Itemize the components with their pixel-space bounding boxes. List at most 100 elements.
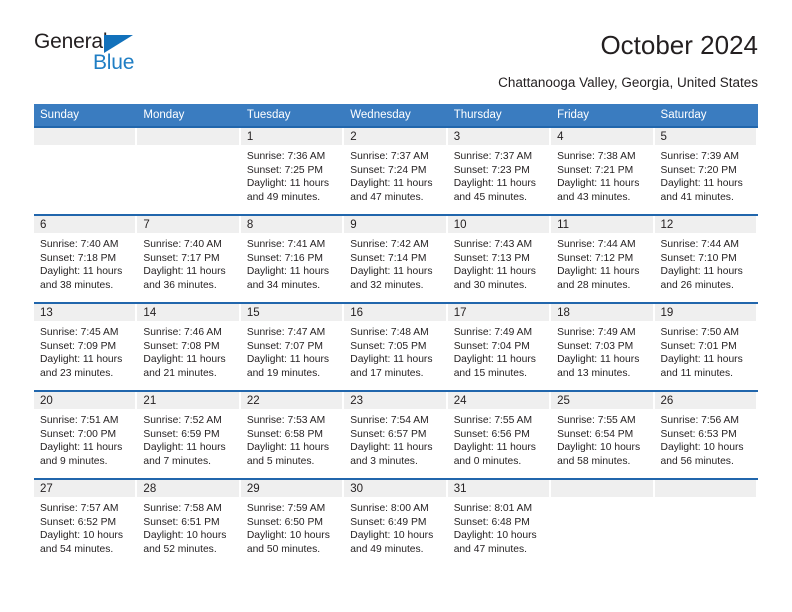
calendar-day-cell[interactable]: 11 Sunrise: 7:44 AM Sunset: 7:12 PM Dayligh…: [551, 214, 655, 303]
calendar-day-cell[interactable]: 9 Sunrise: 7:42 AM Sunset: 7:14 PM Daylight…: [344, 214, 448, 303]
sunrise-text: Sunrise: 7:37 AM: [350, 151, 429, 162]
sunset-text: Sunset: 7:01 PM: [660, 340, 737, 352]
calendar-day-cell[interactable]: 27 Sunrise: 7:57 AM Sunset: 6:52 PM Dayligh…: [34, 478, 138, 566]
calendar-day-cell[interactable]: 18 Sunrise: 7:49 AM Sunset: 7:03 PM Dayligh…: [551, 302, 655, 391]
sunrise-text: Sunrise: 7:41 AM: [246, 239, 326, 250]
calendar-day-cell[interactable]: 15 Sunrise: 7:47 AM Sunset: 7:07 PM Dayligh…: [240, 302, 345, 391]
calendar-week-row: 6 Sunrise: 7:40 AM Sunset: 7:18 PM Daylight…: [34, 214, 758, 303]
calendar-day-cell[interactable]: 17 Sunrise: 7:49 AM Sunset: 7:04 PM Dayligh…: [447, 302, 552, 391]
day-number: 19: [654, 304, 756, 321]
calendar-day-cell[interactable]: 8 Sunrise: 7:41 AM Sunset: 7:16 PM Daylight…: [240, 214, 345, 303]
sunset-text: Sunset: 7:12 PM: [557, 252, 634, 264]
calendar-day-cell[interactable]: 20 Sunrise: 7:51 AM Sunset: 7:00 PM Dayligh…: [34, 390, 138, 479]
sunset-text: Sunset: 7:03 PM: [557, 340, 634, 352]
calendar-day-cell[interactable]: 7 Sunrise: 7:40 AM Sunset: 7:17 PM Daylight…: [137, 214, 241, 303]
day-details: Sunrise: 7:45 AM Sunset: 7:09 PM Daylight:…: [34, 321, 137, 380]
calendar-day-cell[interactable]: 14 Sunrise: 7:46 AM Sunset: 7:08 PM Dayligh…: [137, 302, 241, 391]
day-number: 25: [551, 392, 653, 409]
calendar-day-cell[interactable]: 31 Sunrise: 8:01 AM Sunset: 6:48 PM Dayligh…: [447, 478, 552, 566]
daylight-text-line2: and 52 minutes.: [143, 543, 217, 555]
sunrise-text: Sunrise: 7:38 AM: [557, 151, 636, 162]
calendar-day-cell[interactable]: 3 Sunrise: 7:37 AM Sunset: 7:23 PM Daylight…: [447, 126, 552, 215]
calendar-day-cell[interactable]: 16 Sunrise: 7:48 AM Sunset: 7:05 PM Dayligh…: [344, 302, 448, 391]
calendar-week-row: 27 Sunrise: 7:57 AM Sunset: 6:52 PM Dayligh…: [34, 478, 758, 566]
calendar-day-cell[interactable]: 21 Sunrise: 7:52 AM Sunset: 6:59 PM Dayligh…: [137, 390, 241, 479]
day-number: [551, 480, 653, 497]
day-cell-content: 23 Sunrise: 7:54 AM Sunset: 6:57 PM Dayligh…: [344, 392, 447, 478]
day-number: [34, 128, 136, 145]
calendar-day-cell[interactable]: 12 Sunrise: 7:44 AM Sunset: 7:10 PM Dayligh…: [654, 214, 758, 303]
sunrise-text: Sunrise: 7:44 AM: [557, 239, 636, 250]
day-cell-content: 31 Sunrise: 8:01 AM Sunset: 6:48 PM Dayligh…: [447, 480, 551, 566]
calendar-day-cell[interactable]: 1 Sunrise: 7:36 AM Sunset: 7:25 PM Daylight…: [240, 126, 345, 215]
day-details: Sunrise: 7:42 AM Sunset: 7:14 PM Daylight:…: [344, 233, 447, 292]
day-number: [137, 128, 239, 145]
calendar-day-cell[interactable]: 25 Sunrise: 7:55 AM Sunset: 6:54 PM Dayligh…: [551, 390, 655, 479]
day-details: Sunrise: 7:47 AM Sunset: 7:07 PM Daylight:…: [241, 321, 344, 380]
day-cell-content: 19 Sunrise: 7:50 AM Sunset: 7:01 PM Dayligh…: [654, 304, 758, 390]
daylight-text-line2: and 43 minutes.: [557, 191, 631, 203]
sunrise-text: Sunrise: 7:54 AM: [350, 415, 429, 426]
calendar-day-cell[interactable]: 24 Sunrise: 7:55 AM Sunset: 6:56 PM Dayligh…: [447, 390, 552, 479]
day-details: [34, 145, 137, 150]
day-details: [137, 145, 240, 150]
day-cell-content: 5 Sunrise: 7:39 AM Sunset: 7:20 PM Daylight…: [654, 128, 758, 214]
day-number: 10: [447, 216, 550, 233]
day-number: 21: [137, 392, 239, 409]
day-number: 20: [34, 392, 136, 409]
day-cell-content: 27 Sunrise: 7:57 AM Sunset: 6:52 PM Dayligh…: [34, 480, 137, 566]
calendar-day-cell[interactable]: 4 Sunrise: 7:38 AM Sunset: 7:21 PM Daylight…: [551, 126, 655, 215]
sunset-text: Sunset: 6:59 PM: [143, 428, 220, 440]
sunrise-text: Sunrise: 8:00 AM: [350, 503, 429, 514]
calendar-day-cell[interactable]: 13 Sunrise: 7:45 AM Sunset: 7:09 PM Dayligh…: [34, 302, 138, 391]
daylight-text-line2: and 23 minutes.: [40, 367, 114, 379]
day-details: Sunrise: 7:59 AM Sunset: 6:50 PM Daylight:…: [241, 497, 344, 556]
day-cell-content: 28 Sunrise: 7:58 AM Sunset: 6:51 PM Dayligh…: [137, 480, 240, 566]
daylight-text-line2: and 58 minutes.: [557, 455, 631, 467]
day-details: Sunrise: 7:38 AM Sunset: 7:21 PM Daylight:…: [551, 145, 654, 204]
calendar-day-cell[interactable]: 19 Sunrise: 7:50 AM Sunset: 7:01 PM Dayligh…: [654, 302, 758, 391]
sunset-text: Sunset: 6:52 PM: [40, 516, 117, 528]
sunrise-text: Sunrise: 7:50 AM: [660, 327, 739, 338]
day-cell-content: [34, 128, 137, 214]
sunset-text: Sunset: 7:24 PM: [350, 164, 427, 176]
day-number: 31: [447, 480, 550, 497]
sunset-text: Sunset: 7:04 PM: [453, 340, 530, 352]
calendar-day-cell[interactable]: 5 Sunrise: 7:39 AM Sunset: 7:20 PM Daylight…: [654, 126, 758, 215]
day-number: 16: [344, 304, 446, 321]
calendar-day-cell[interactable]: 6 Sunrise: 7:40 AM Sunset: 7:18 PM Daylight…: [34, 214, 138, 303]
generalblue-logo: General Blue: [34, 30, 234, 82]
sunrise-text: Sunrise: 7:40 AM: [143, 239, 222, 250]
day-cell-content: 25 Sunrise: 7:55 AM Sunset: 6:54 PM Dayligh…: [551, 392, 654, 478]
calendar-day-cell[interactable]: 22 Sunrise: 7:53 AM Sunset: 6:58 PM Dayligh…: [240, 390, 345, 479]
calendar-day-cell[interactable]: 2 Sunrise: 7:37 AM Sunset: 7:24 PM Daylight…: [344, 126, 448, 215]
sunset-text: Sunset: 7:07 PM: [246, 340, 323, 352]
day-details: Sunrise: 7:51 AM Sunset: 7:00 PM Daylight:…: [34, 409, 137, 468]
daylight-text-line1: Daylight: 10 hours: [40, 530, 123, 542]
daylight-text-line2: and 41 minutes.: [660, 191, 734, 203]
day-cell-content: 7 Sunrise: 7:40 AM Sunset: 7:17 PM Daylight…: [137, 216, 240, 302]
daylight-text-line2: and 11 minutes.: [660, 367, 734, 379]
sunrise-text: Sunrise: 7:51 AM: [40, 415, 119, 426]
day-number: 14: [137, 304, 239, 321]
sunset-text: Sunset: 6:54 PM: [557, 428, 634, 440]
sunset-text: Sunset: 6:58 PM: [246, 428, 323, 440]
day-details: Sunrise: 8:01 AM Sunset: 6:48 PM Daylight:…: [448, 497, 551, 556]
calendar-day-cell[interactable]: 30 Sunrise: 8:00 AM Sunset: 6:49 PM Dayligh…: [344, 478, 448, 566]
sunset-text: Sunset: 6:57 PM: [350, 428, 427, 440]
daylight-text-line1: Daylight: 11 hours: [557, 354, 640, 366]
day-number: 5: [654, 128, 756, 145]
calendar-day-cell[interactable]: 23 Sunrise: 7:54 AM Sunset: 6:57 PM Dayligh…: [344, 390, 448, 479]
sunrise-text: Sunrise: 7:58 AM: [143, 503, 222, 514]
calendar-body: 1 Sunrise: 7:36 AM Sunset: 7:25 PM Daylight…: [34, 126, 758, 566]
calendar-day-cell[interactable]: 29 Sunrise: 7:59 AM Sunset: 6:50 PM Dayligh…: [240, 478, 345, 566]
day-details: Sunrise: 7:54 AM Sunset: 6:57 PM Daylight:…: [344, 409, 447, 468]
day-details: Sunrise: 7:44 AM Sunset: 7:10 PM Daylight:…: [655, 233, 758, 292]
sunrise-text: Sunrise: 7:49 AM: [557, 327, 636, 338]
calendar-day-cell[interactable]: 28 Sunrise: 7:58 AM Sunset: 6:51 PM Dayligh…: [137, 478, 241, 566]
sunset-text: Sunset: 7:18 PM: [40, 252, 117, 264]
daylight-text-line2: and 34 minutes.: [246, 279, 321, 291]
daylight-text-line2: and 5 minutes.: [246, 455, 315, 467]
calendar-day-cell[interactable]: 10 Sunrise: 7:43 AM Sunset: 7:13 PM Dayligh…: [447, 214, 552, 303]
calendar-day-cell[interactable]: 26 Sunrise: 7:56 AM Sunset: 6:53 PM Dayligh…: [654, 390, 758, 479]
